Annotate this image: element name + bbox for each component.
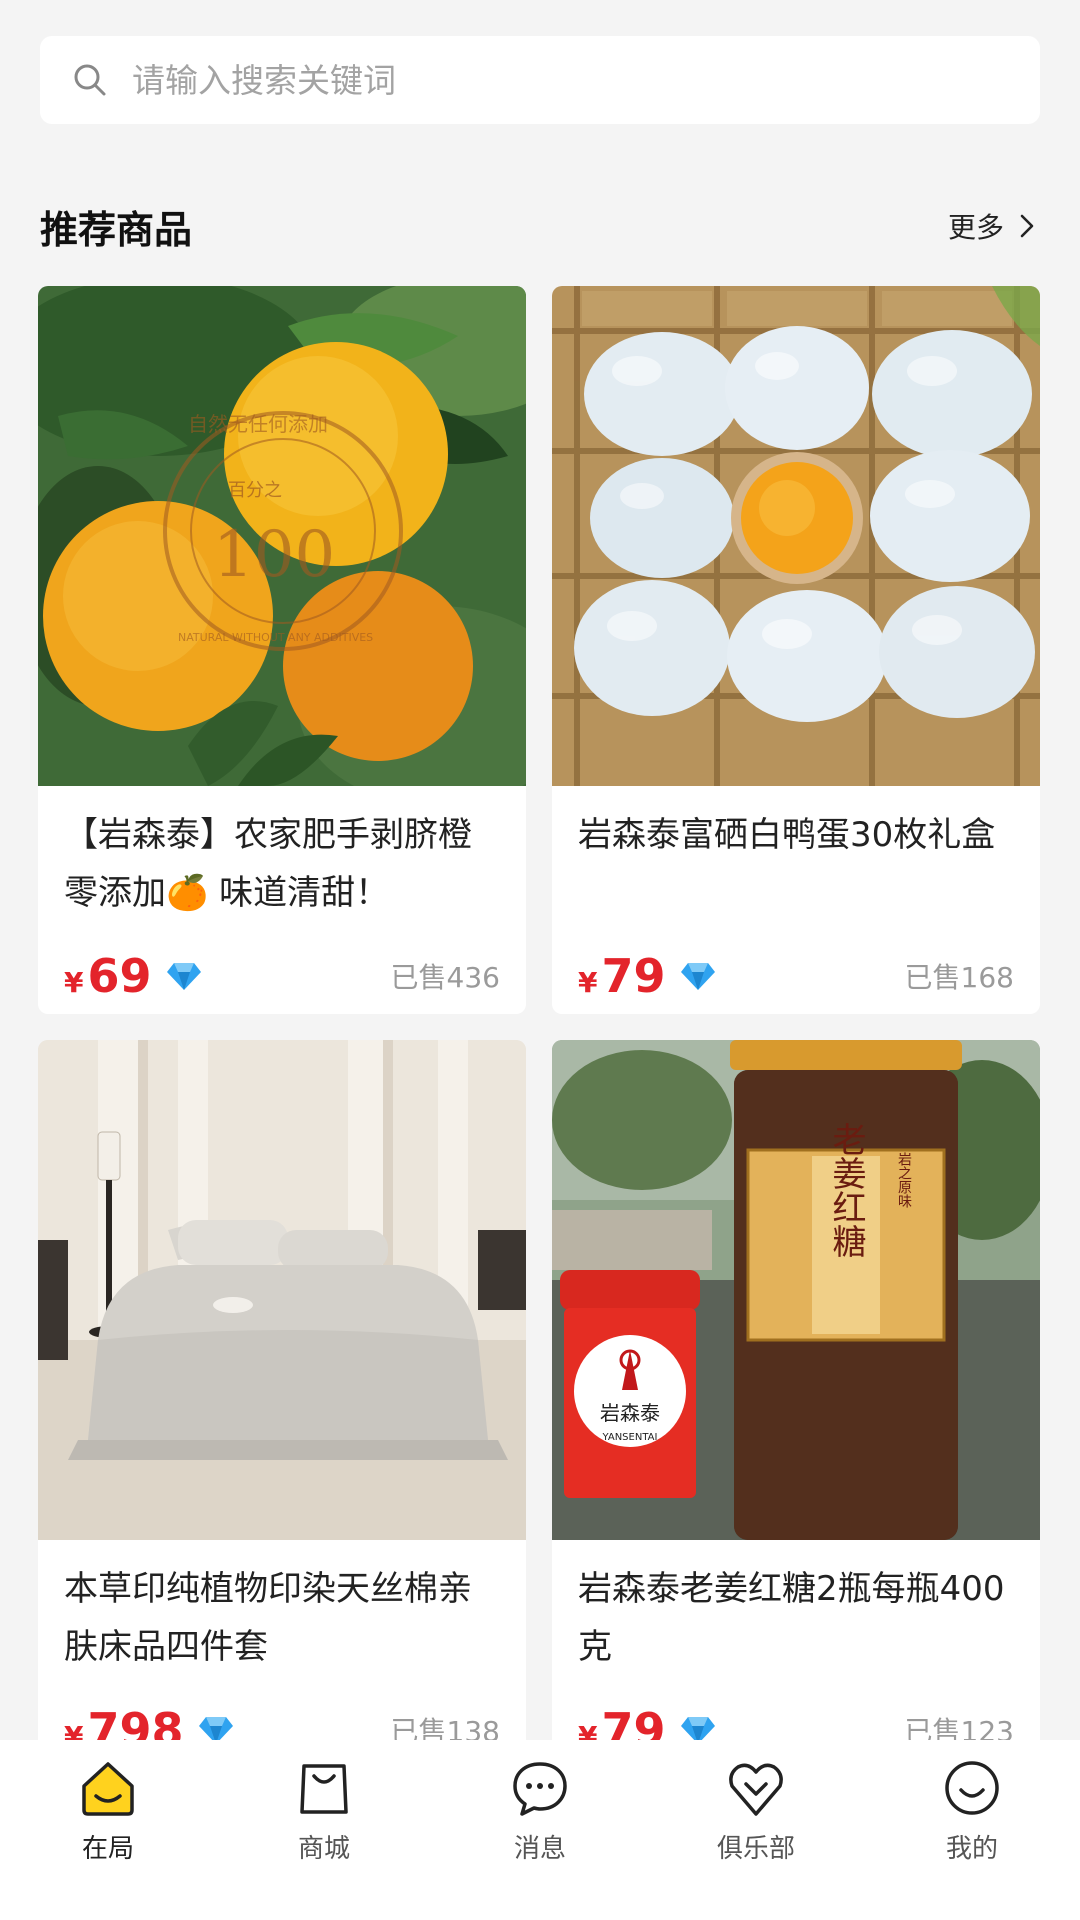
tab-label: 消息 [513,1834,566,1864]
product-card[interactable]: 岩森泰富硒白鸭蛋30枚礼盒 ¥ 79 已售168 [552,286,1040,1014]
tab-messages[interactable]: 消息 [465,1758,615,1920]
product-title[interactable]: 岩森泰老姜红糖2瓶每瓶400克 [552,1540,1040,1690]
product-meta: ¥ 79 已售168 [552,936,1040,1014]
tab-label: 我的 [945,1834,998,1864]
bottom-tab-bar: 在局 商城 消息 俱乐部 我的 [0,1740,1080,1920]
more-label: 更多 [947,211,1004,244]
jar-label-big: 老姜红糖 [826,1122,866,1258]
more-link[interactable]: 更多 [948,206,1040,246]
tin-brand: 岩森泰 [600,1401,660,1425]
diamond-icon [680,963,715,990]
smile-profile-icon [945,1761,999,1815]
product-image-duck-eggs[interactable] [552,286,1040,786]
currency-symbol: ¥ [578,966,598,999]
search-input[interactable] [132,60,952,100]
sold-count: 已售436 [390,961,500,994]
product-card[interactable]: 本草印纯植物印染天丝棉亲肤床品四件套 ¥ 798 已售138 [38,1040,526,1770]
stamp-text-line3: 100 [213,518,335,592]
currency-symbol: ¥ [64,966,84,999]
sugar-jar [730,1040,962,1540]
section-header: 推荐商品 更多 [40,196,1040,256]
tab-label: 俱乐部 [716,1834,795,1864]
product-meta: ¥ 69 已售436 [38,936,526,1014]
product-image-brown-sugar-jar[interactable]: 老姜红糖 岩之原味 岩森泰 YANSENTAI [552,1040,1040,1540]
home-icon [82,1762,134,1816]
club-heart-icon [729,1763,783,1816]
jar-label-small: 岩之原味 [896,1152,912,1208]
product-card[interactable]: 老姜红糖 岩之原味 岩森泰 YANSENTAI 岩森泰老姜红糖2瓶每瓶400克 … [552,1040,1040,1770]
product-title[interactable]: 岩森泰富硒白鸭蛋30枚礼盒 [552,786,1040,936]
stamp-text-line4: NATURAL WITHOUT ANY ADDITIVES [178,631,373,644]
tab-label: 商城 [297,1834,350,1864]
price: ¥ 79 [578,949,716,1003]
tab-club[interactable]: 俱乐部 [681,1758,831,1920]
product-title[interactable]: 【岩森泰】农家肥手剥脐橙零添加🍊 味道清甜！ [38,786,526,936]
tin-brand-en: YANSENTAI [602,1432,658,1443]
price: ¥ 69 [64,949,202,1003]
search-icon [74,64,106,96]
tab-mall[interactable]: 商城 [249,1758,399,1920]
tab-home[interactable]: 在局 [33,1758,183,1920]
tab-profile[interactable]: 我的 [897,1758,1047,1920]
product-image-oranges[interactable]: 百分之 100 自然无任何添加 NATURAL WITHOUT ANY ADDI… [38,286,526,786]
diamond-icon [166,963,201,990]
shopping-bag-icon [300,1764,348,1814]
price-value: 79 [601,949,666,1003]
price-value: 69 [87,949,152,1003]
chat-icon [513,1762,567,1816]
product-image-bedding[interactable] [38,1040,526,1540]
sold-count: 已售168 [904,961,1014,994]
product-title[interactable]: 本草印纯植物印染天丝棉亲肤床品四件套 [38,1540,526,1690]
stamp-text-line2: 百分之 [228,480,282,501]
stamp-text-line1: 自然无任何添加 [188,412,328,436]
product-card[interactable]: 百分之 100 自然无任何添加 NATURAL WITHOUT ANY ADDI… [38,286,526,1014]
red-tin [560,1270,700,1498]
tab-label: 在局 [81,1834,134,1864]
chevron-right-icon [1020,214,1034,238]
search-bar[interactable] [40,36,1040,124]
section-title: 推荐商品 [40,207,193,252]
